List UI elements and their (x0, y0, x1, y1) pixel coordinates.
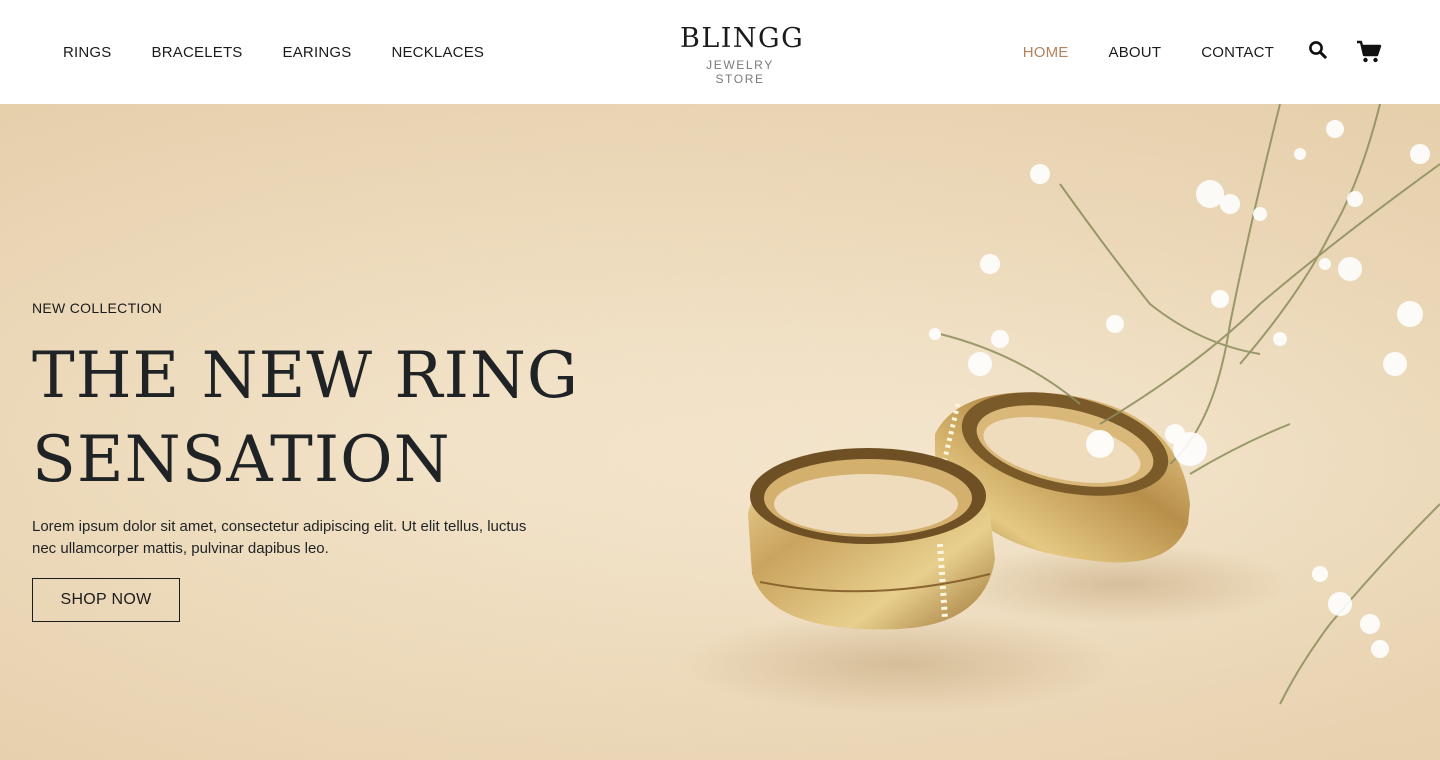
hero-banner: NEW COLLECTION THE NEW RING SENSATION Lo… (0, 104, 1440, 760)
site-header: RINGS BRACELETS EARINGS NECKLACES BLINGG… (0, 0, 1440, 104)
brand-logo[interactable]: BLINGG JEWELRY STORE (680, 23, 805, 87)
hero-content: NEW COLLECTION THE NEW RING SENSATION Lo… (32, 300, 592, 622)
shop-now-button[interactable]: SHOP NOW (32, 578, 180, 622)
nav-rings[interactable]: RINGS (63, 44, 112, 61)
nav-bracelets[interactable]: BRACELETS (152, 44, 243, 61)
main-nav: HOME ABOUT CONTACT (1023, 44, 1274, 61)
nav-contact[interactable]: CONTACT (1201, 44, 1274, 61)
hero-headline-line1: THE NEW RING (32, 339, 579, 413)
nav-about[interactable]: ABOUT (1109, 44, 1162, 61)
hero-headline: THE NEW RING SENSATION (32, 334, 592, 502)
logo-subtitle: JEWELRY STORE (706, 58, 774, 86)
category-nav: RINGS BRACELETS EARINGS NECKLACES (63, 44, 484, 61)
nav-necklaces[interactable]: NECKLACES (391, 44, 484, 61)
logo-title: BLINGG (680, 23, 805, 54)
cart-icon[interactable] (1356, 40, 1382, 64)
search-icon[interactable] (1308, 40, 1328, 60)
hero-description: Lorem ipsum dolor sit amet, consectetur … (32, 518, 527, 557)
nav-earings[interactable]: EARINGS (283, 44, 352, 61)
hero-headline-line2: SENSATION (32, 423, 451, 497)
nav-home[interactable]: HOME (1023, 44, 1069, 61)
hero-eyebrow: NEW COLLECTION (32, 300, 163, 316)
